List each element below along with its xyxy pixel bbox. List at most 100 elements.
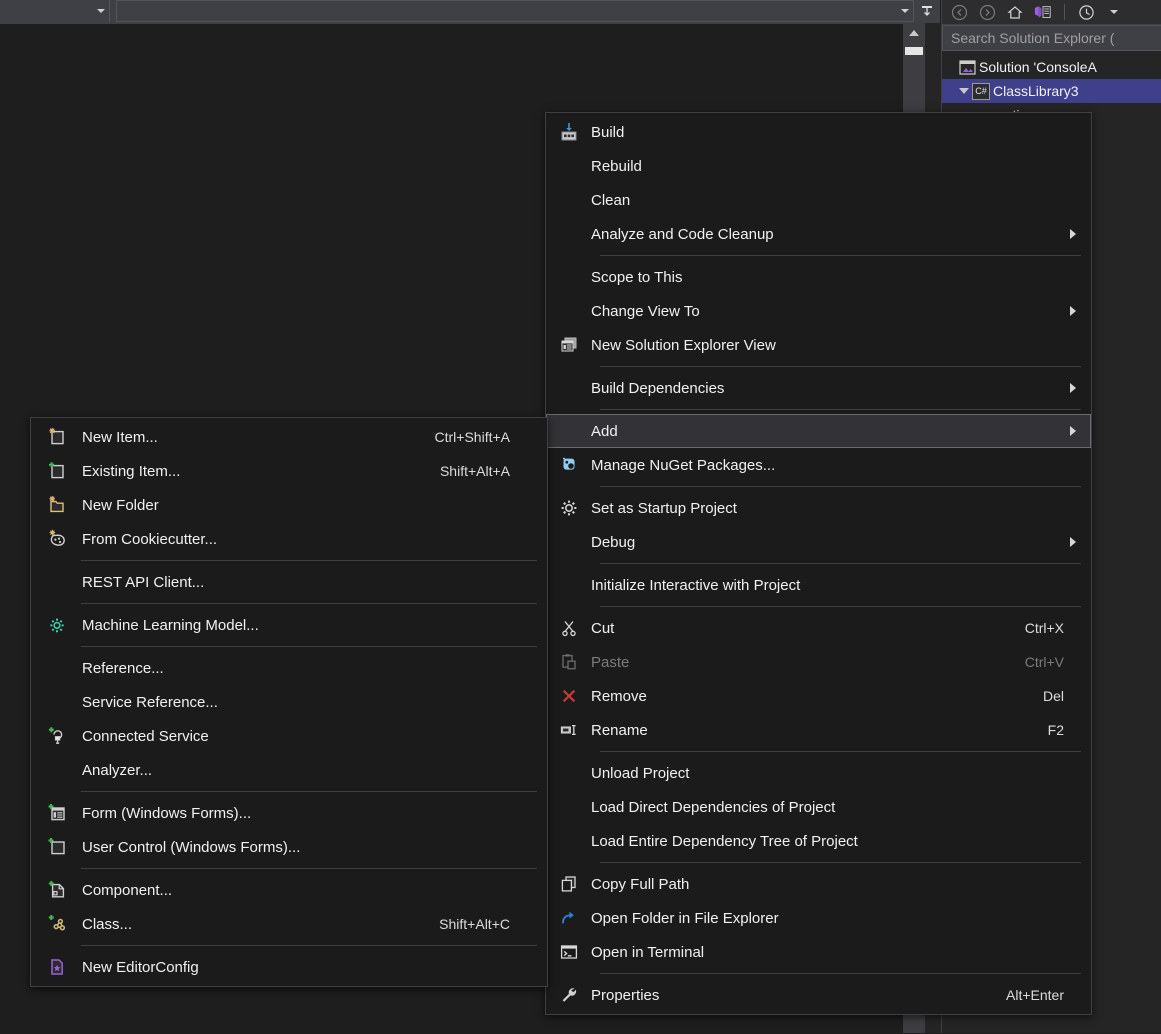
menu-item-shortcut: Ctrl+Shift+A [434, 429, 510, 445]
class-icon [32, 914, 82, 934]
menu-item-shortcut: Ctrl+X [1024, 620, 1064, 636]
chevron-down-icon [901, 9, 909, 13]
menu-item-cut[interactable]: Cut Ctrl+X [546, 611, 1091, 645]
editor-toolbar [0, 0, 940, 23]
menu-item-new-editorconfig[interactable]: New EditorConfig [31, 950, 547, 984]
menu-item-label: Existing Item... [82, 462, 181, 480]
navigation-member-dropdown[interactable] [116, 0, 914, 22]
menu-item-paste: Paste Ctrl+V [546, 645, 1091, 679]
menu-item-set-as-startup-project[interactable]: Set as Startup Project [546, 491, 1091, 525]
navigation-type-dropdown[interactable] [0, 0, 110, 22]
menu-item-label: Set as Startup Project [591, 499, 737, 517]
menu-item-label: Connected Service [82, 727, 209, 745]
menu-item-debug[interactable]: Debug [546, 525, 1091, 559]
submenu-arrow-icon [1070, 537, 1076, 547]
menu-item-label: REST API Client... [82, 573, 205, 591]
toolbar-divider [1064, 4, 1065, 20]
cookiecutter-icon [32, 529, 82, 549]
menu-item-add[interactable]: Add [546, 414, 1091, 448]
back-arrow-icon[interactable] [950, 3, 968, 21]
menu-item-label: Open Folder in File Explorer [591, 909, 779, 927]
menu-item-manage-nuget-packages[interactable]: Manage NuGet Packages... [546, 448, 1091, 482]
menu-separator [600, 973, 1081, 974]
menu-item-label: Debug [591, 533, 636, 551]
menu-item-load-entire-dependency-tree-of-project[interactable]: Load Entire Dependency Tree of Project [546, 824, 1091, 858]
menu-separator [81, 868, 537, 869]
menu-item-component[interactable]: Component... [31, 873, 547, 907]
menu-item-machine-learning-model[interactable]: Machine Learning Model... [31, 608, 547, 642]
tree-node[interactable]: Solution 'ConsoleA [942, 55, 1161, 79]
menu-item-from-cookiecutter[interactable]: From Cookiecutter... [31, 522, 547, 556]
menu-item-rename[interactable]: Rename F2 [546, 713, 1091, 747]
search-solution-explorer-input[interactable]: Search Solution Explorer ( [942, 25, 1161, 51]
nuget-icon [547, 455, 591, 475]
menu-item-label: New EditorConfig [82, 958, 199, 976]
solution-icon[interactable] [1034, 3, 1052, 21]
open-folder-icon [547, 908, 591, 928]
menu-item-form-windows-forms[interactable]: Form (Windows Forms)... [31, 796, 547, 830]
menu-item-label: Class... [82, 915, 133, 933]
chevron-down-icon[interactable] [1105, 3, 1123, 21]
menu-item-connected-service[interactable]: Connected Service [31, 719, 547, 753]
menu-item-properties[interactable]: Properties Alt+Enter [546, 978, 1091, 1012]
menu-item-analyze-and-code-cleanup[interactable]: Analyze and Code Cleanup [546, 217, 1091, 251]
menu-separator [600, 486, 1081, 487]
paste-icon [547, 652, 591, 672]
menu-item-label: Rebuild [591, 157, 642, 175]
project-context-menu[interactable]: Build Rebuild Clean Analyze and Code Cleanu… [545, 112, 1092, 1015]
menu-item-analyzer[interactable]: Analyzer... [31, 753, 547, 787]
menu-item-existing-item[interactable]: Existing Item... Shift+Alt+A [31, 454, 547, 488]
menu-item-change-view-to[interactable]: Change View To [546, 294, 1091, 328]
menu-item-label: Paste [591, 653, 630, 671]
menu-item-new-solution-explorer-view[interactable]: New Solution Explorer View [546, 328, 1091, 362]
tree-node[interactable]: C# ClassLibrary3 [942, 79, 1161, 103]
forward-arrow-icon[interactable] [978, 3, 996, 21]
menu-item-user-control-windows-forms[interactable]: User Control (Windows Forms)... [31, 830, 547, 864]
menu-item-unload-project[interactable]: Unload Project [546, 756, 1091, 790]
submenu-arrow-icon [1070, 383, 1076, 393]
menu-item-load-direct-dependencies-of-project[interactable]: Load Direct Dependencies of Project [546, 790, 1091, 824]
scrollbar-thumb[interactable] [905, 47, 923, 55]
menu-item-reference[interactable]: Reference... [31, 651, 547, 685]
menu-separator [600, 606, 1081, 607]
menu-item-copy-full-path[interactable]: Copy Full Path [546, 867, 1091, 901]
menu-item-rest-api-client[interactable]: REST API Client... [31, 565, 547, 599]
menu-item-clean[interactable]: Clean [546, 183, 1091, 217]
menu-item-remove[interactable]: Remove Del [546, 679, 1091, 713]
menu-separator [81, 603, 537, 604]
twisty-expanded-icon[interactable] [956, 88, 972, 94]
wrench-icon [547, 985, 591, 1005]
menu-item-rebuild[interactable]: Rebuild [546, 149, 1091, 183]
menu-item-shortcut: Ctrl+V [1024, 654, 1064, 670]
tree-node-label: Solution 'ConsoleA [979, 59, 1097, 75]
remove-icon [547, 686, 591, 706]
menu-item-service-reference[interactable]: Service Reference... [31, 685, 547, 719]
menu-item-label: Load Direct Dependencies of Project [591, 798, 836, 816]
menu-separator [600, 366, 1081, 367]
menu-item-open-folder-in-file-explorer[interactable]: Open Folder in File Explorer [546, 901, 1091, 935]
home-icon[interactable] [1006, 3, 1024, 21]
machine-learning-icon [32, 615, 82, 635]
menu-item-open-in-terminal[interactable]: Open in Terminal [546, 935, 1091, 969]
menu-item-label: Component... [82, 881, 173, 899]
add-submenu[interactable]: New Item... Ctrl+Shift+A Existing Item...… [30, 417, 548, 987]
menu-item-initialize-interactive-with-project[interactable]: Initialize Interactive with Project [546, 568, 1091, 602]
scroll-up-button[interactable] [903, 23, 925, 43]
pending-changes-icon[interactable] [1077, 3, 1095, 21]
menu-item-label: Add [591, 422, 618, 440]
menu-item-label: Open in Terminal [591, 943, 705, 961]
menu-item-new-item[interactable]: New Item... Ctrl+Shift+A [31, 420, 547, 454]
menu-separator [81, 945, 537, 946]
menu-item-scope-to-this[interactable]: Scope to This [546, 260, 1091, 294]
menu-item-build-dependencies[interactable]: Build Dependencies [546, 371, 1091, 405]
menu-item-label: Analyze and Code Cleanup [591, 225, 774, 243]
menu-item-label: Build [591, 123, 625, 141]
menu-item-new-folder[interactable]: New Folder [31, 488, 547, 522]
menu-item-class[interactable]: Class... Shift+Alt+C [31, 907, 547, 941]
menu-item-build[interactable]: Build [546, 115, 1091, 149]
menu-separator [81, 791, 537, 792]
search-placeholder-text: Search Solution Explorer ( [951, 30, 1115, 46]
split-view-button[interactable] [914, 0, 940, 22]
menu-item-label: Cut [591, 619, 615, 637]
menu-item-shortcut: F2 [1047, 722, 1064, 738]
